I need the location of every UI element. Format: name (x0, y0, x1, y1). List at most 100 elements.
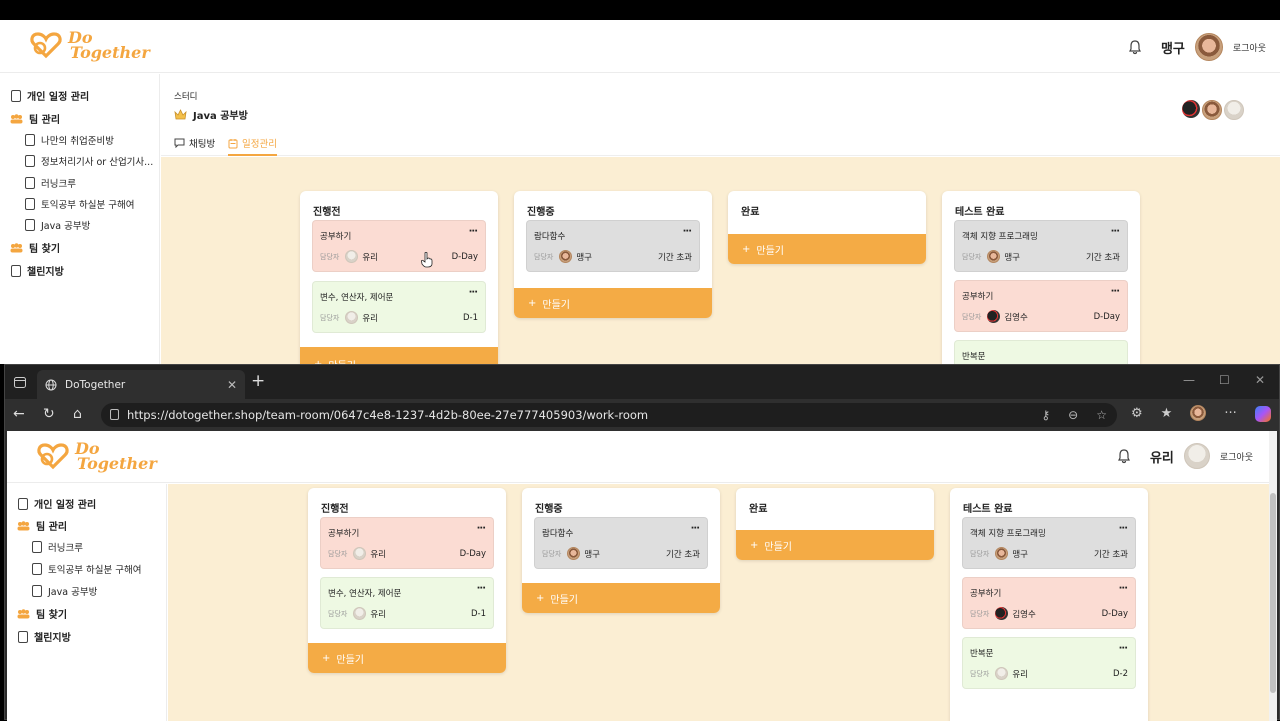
nav-bar: ← ↻ ⌂ https://dotogether.shop/team-room/… (5, 399, 1279, 431)
sidebar-item-team-manage[interactable]: 팀 관리 (17, 518, 67, 533)
logo-text-2: Together (77, 454, 157, 473)
bell-icon[interactable] (1127, 39, 1143, 55)
member-avatar[interactable] (1202, 100, 1222, 120)
task-card[interactable]: 공부하기 ··· 담당자 김영수 D-Day (962, 577, 1136, 629)
extensions-icon[interactable]: ⚙ (1131, 406, 1143, 422)
task-card[interactable]: 변수, 연산자, 제어문 ··· 담당자 유리 D-1 (312, 281, 486, 333)
sidebar-item-find-team[interactable]: 팀 찾기 (17, 606, 67, 621)
copilot-icon[interactable] (1254, 406, 1271, 422)
logo[interactable]: Do Together (35, 439, 157, 473)
sidebar-item-room[interactable]: Java 공부방 (25, 218, 90, 232)
room-tab-chat[interactable]: 채팅방 (174, 136, 215, 150)
more-menu-icon[interactable]: ··· (1119, 523, 1128, 534)
doc-icon (11, 264, 21, 277)
doc-icon (25, 198, 35, 210)
add-card-button[interactable]: +만들기 (514, 288, 712, 318)
doc-icon (11, 89, 21, 102)
key-icon[interactable]: ⚷ (1041, 408, 1050, 422)
more-menu-icon[interactable]: ··· (469, 226, 478, 237)
menu-dots-icon[interactable]: ··· (1224, 406, 1236, 422)
task-card[interactable]: 반복문 ··· 담당자 유리 D-2 (962, 637, 1136, 689)
more-menu-icon[interactable]: ··· (1119, 583, 1128, 594)
address-bar[interactable]: https://dotogether.shop/team-room/0647c4… (101, 403, 1117, 427)
sidebar-item-room[interactable]: 나만의 취업준비방 (25, 133, 114, 147)
sidebar-item-find-team[interactable]: 팀 찾기 (10, 240, 60, 255)
maximize-icon[interactable]: ☐ (1219, 373, 1230, 387)
task-card[interactable]: 변수, 연산자, 제어문 ··· 담당자 유리 D-1 (320, 577, 494, 629)
task-card[interactable]: 객체 지향 프로그래밍 ··· 담당자 맹구 기간 초과 (954, 220, 1128, 272)
top-app-window: Do Together 맹구 로그아웃 개인 일정 관리 팀 관리 나만의 취업… (0, 20, 1280, 364)
owner-avatar (345, 250, 359, 263)
add-card-button[interactable]: +만들기 (736, 530, 934, 560)
task-card[interactable]: 람다함수 ··· 담당자 맹구 기간 초과 (526, 220, 700, 272)
sidebar-item-challenge[interactable]: 챌린지방 (11, 263, 64, 278)
hand-cursor-icon (421, 252, 433, 268)
add-card-button[interactable]: +만들기 (300, 347, 498, 364)
column-todo: 진행전 공부하기 ··· 담당자 유리 D-Day 변수, 연산자, 제어문 ···… (300, 191, 498, 364)
reload-icon[interactable]: ↻ (43, 406, 55, 422)
sidebar-item-challenge[interactable]: 챌린지방 (18, 629, 71, 644)
zoom-icon[interactable]: ⊖ (1068, 408, 1078, 422)
column-done: 완료 + 만들기 (728, 191, 926, 264)
add-card-button[interactable]: +만들기 (522, 583, 720, 613)
task-card[interactable]: 객체 지향 프로그래밍 ··· 담당자 맹구 기간 초과 (962, 517, 1136, 569)
sidebar-item-room[interactable]: 러닝크루 (25, 176, 76, 190)
sidebar-item-room[interactable]: 러닝크루 (32, 540, 83, 554)
more-menu-icon[interactable]: ··· (1111, 286, 1120, 297)
logout-button[interactable]: 로그아웃 (1233, 41, 1266, 54)
bell-icon[interactable] (1116, 448, 1132, 464)
column-title: 완료 (749, 504, 768, 515)
more-menu-icon[interactable]: ··· (477, 523, 486, 534)
sidebar-item-room[interactable]: 정보처리기사 or 산업기사... (25, 154, 153, 168)
new-tab-icon[interactable]: + (251, 371, 265, 391)
more-menu-icon[interactable]: ··· (683, 226, 692, 237)
add-card-button[interactable]: +만들기 (308, 643, 506, 673)
team-icon (17, 520, 30, 530)
back-icon[interactable]: ← (13, 406, 25, 422)
browser-toolbar: ⚙ ★ ··· (1131, 405, 1271, 422)
logo[interactable]: Do Together (28, 28, 150, 62)
sidebar-item-room[interactable]: Java 공부방 (32, 584, 97, 598)
bottom-header-user: 유리 로그아웃 (1116, 443, 1253, 469)
more-menu-icon[interactable]: ··· (469, 287, 478, 298)
member-avatar[interactable] (1224, 100, 1244, 120)
task-card[interactable]: 람다함수 ··· 담당자 맹구 기간 초과 (534, 517, 708, 569)
favorites-icon[interactable]: ★ (1161, 406, 1173, 422)
member-avatar[interactable] (1182, 100, 1200, 118)
more-menu-icon[interactable]: ··· (477, 583, 486, 594)
add-card-button[interactable]: +만들기 (728, 234, 926, 264)
favorite-star-icon[interactable]: ☆ (1096, 408, 1107, 422)
profile-avatar[interactable] (1190, 405, 1207, 421)
home-icon[interactable]: ⌂ (73, 406, 82, 422)
sidebar-item-team-manage[interactable]: 팀 관리 (10, 111, 60, 126)
browser-tab[interactable]: DoTogether ✕ (37, 370, 245, 399)
page-scrollbar[interactable] (1269, 431, 1277, 721)
close-tab-icon[interactable]: ✕ (227, 378, 237, 392)
sidebar-item-room[interactable]: 토익공부 하실분 구해여 (25, 197, 134, 211)
column-in-progress: 진행중 람다함수 ··· 담당자 맹구 기간 초과 + 만들기 (514, 191, 712, 318)
logout-button[interactable]: 로그아웃 (1220, 450, 1253, 463)
sidebar-item-personal[interactable]: 개인 일정 관리 (18, 496, 96, 511)
bottom-sidebar: 개인 일정 관리 팀 관리 러닝크루 토익공부 하실분 구해여 Java 공부방… (7, 484, 167, 721)
task-card[interactable]: 공부하기 ··· 담당자 유리 D-Day (320, 517, 494, 569)
task-card[interactable]: 공부하기 ··· 담당자 유리 D-Day (312, 220, 486, 272)
owner-avatar (987, 250, 1001, 263)
top-header: Do Together 맹구 로그아웃 (0, 20, 1280, 73)
task-card[interactable]: 반복문 (954, 340, 1128, 364)
more-menu-icon[interactable]: ··· (1119, 643, 1128, 654)
close-window-icon[interactable]: ✕ (1255, 373, 1265, 387)
team-icon (10, 242, 23, 252)
minimize-icon[interactable]: — (1183, 373, 1195, 387)
user-name: 유리 (1149, 450, 1174, 466)
site-info-icon[interactable] (110, 409, 119, 420)
task-card[interactable]: 공부하기 ··· 담당자 김영수 D-Day (954, 280, 1128, 332)
sidebar-item-room[interactable]: 토익공부 하실분 구해여 (32, 562, 141, 576)
sidebar-item-personal[interactable]: 개인 일정 관리 (11, 88, 89, 103)
user-avatar[interactable] (1183, 443, 1210, 469)
user-avatar[interactable] (1194, 33, 1223, 61)
more-menu-icon[interactable]: ··· (691, 523, 700, 534)
room-tab-schedule[interactable]: 일정관리 (228, 136, 277, 156)
scrollbar-thumb[interactable] (1270, 493, 1276, 693)
tab-actions-icon[interactable] (14, 377, 26, 388)
more-menu-icon[interactable]: ··· (1111, 226, 1120, 237)
